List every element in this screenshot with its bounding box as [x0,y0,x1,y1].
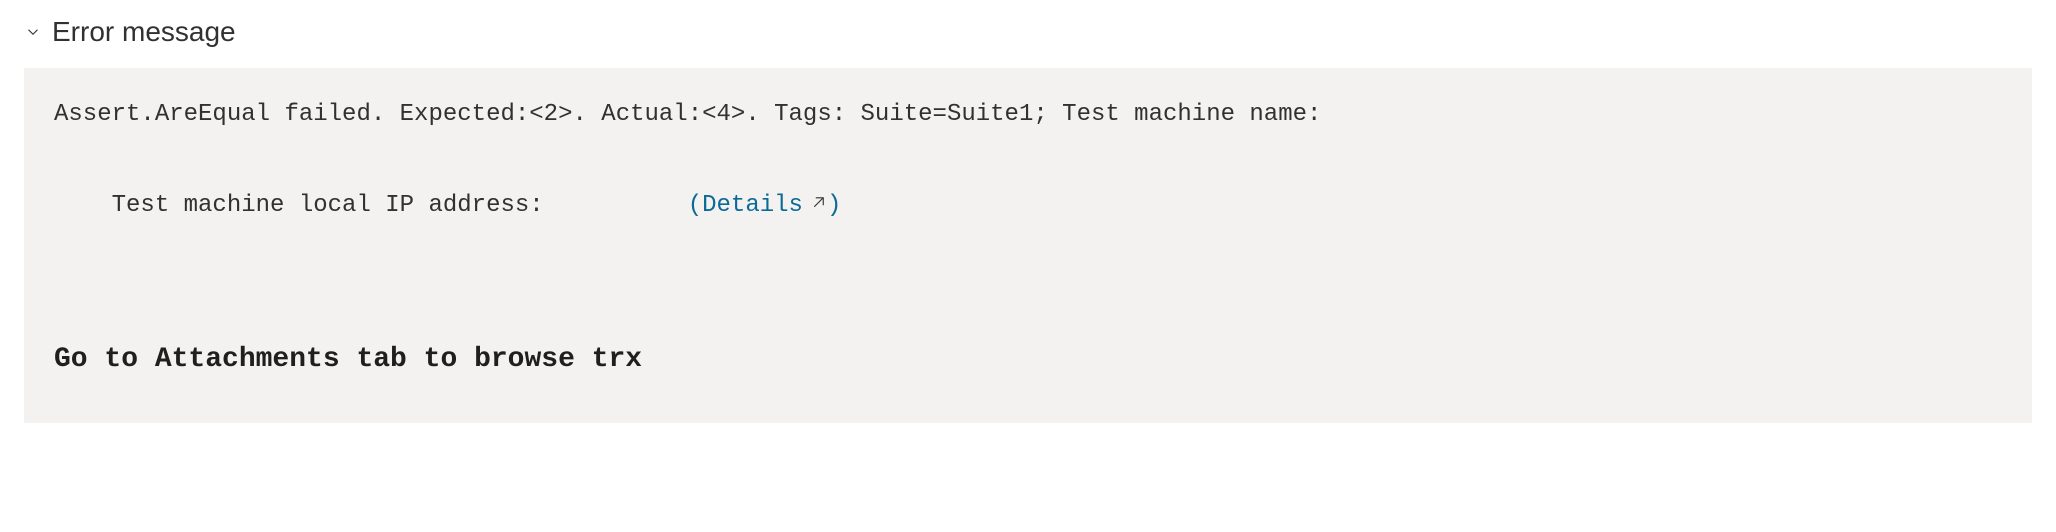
attachments-hint: Go to Attachments tab to browse trx [54,344,2002,375]
details-link-wrapper: (Details) [688,192,842,219]
error-text-ip-prefix: Test machine local IP address: [112,192,688,219]
error-message-panel: Assert.AreEqual failed. Expected:<2>. Ac… [24,68,2032,423]
external-link-icon [803,192,827,219]
chevron-down-icon [24,23,42,41]
error-message-section-header[interactable]: Error message [24,16,2032,48]
details-link[interactable]: Details [702,192,803,219]
details-open-paren: ( [688,192,702,219]
section-title: Error message [52,16,236,48]
details-close-paren: ) [827,192,841,219]
error-text-line-2: Test machine local IP address: (Details) [54,138,2002,275]
error-text-line-1: Assert.AreEqual failed. Expected:<2>. Ac… [54,92,2002,138]
